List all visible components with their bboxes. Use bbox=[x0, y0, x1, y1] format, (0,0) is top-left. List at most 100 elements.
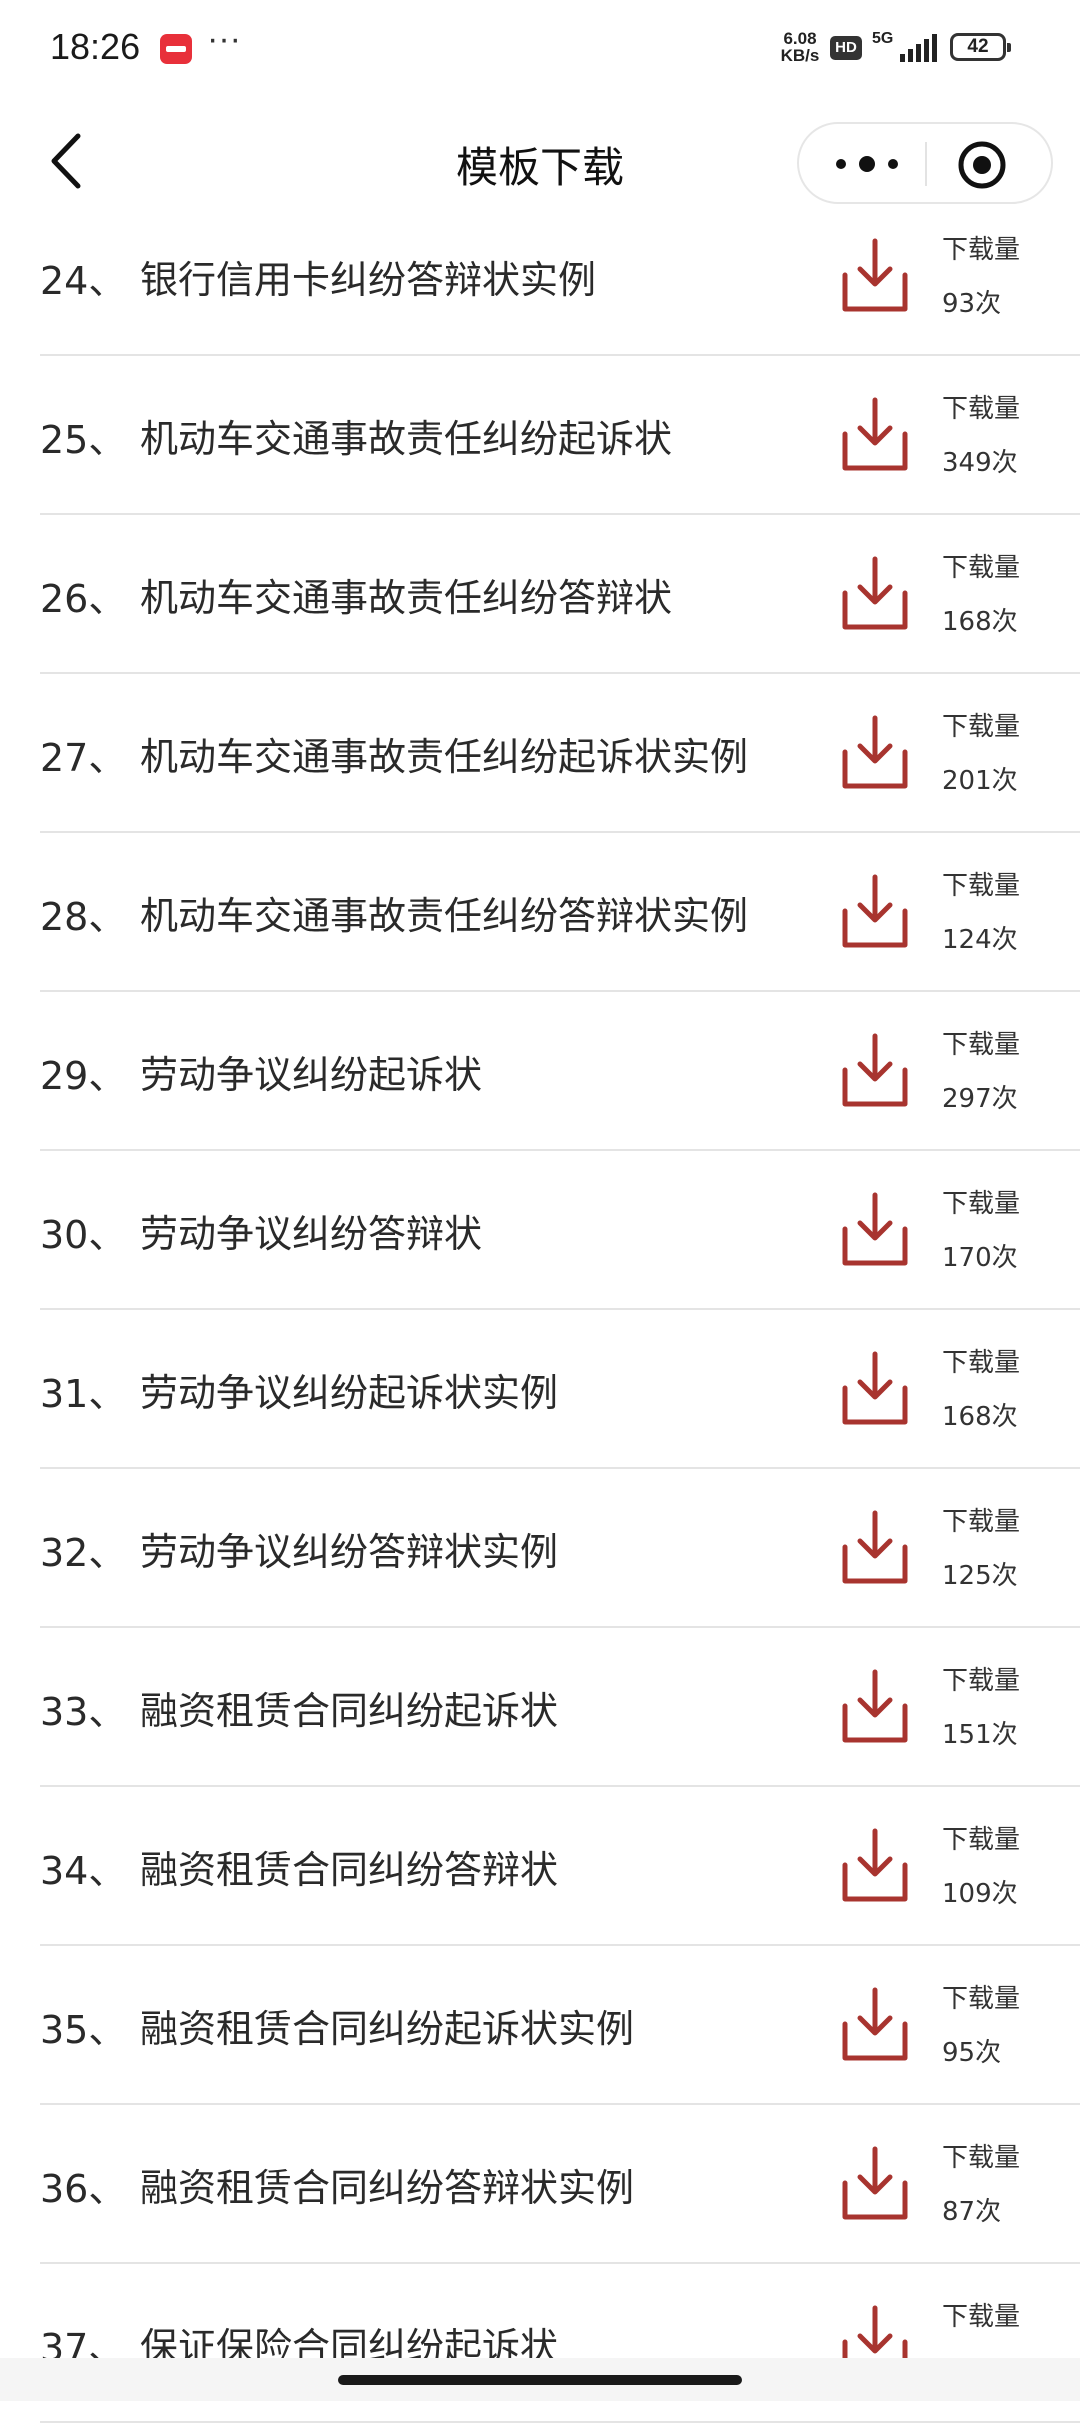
download-tray-icon[interactable] bbox=[840, 1509, 910, 1587]
page-title: 模板下载 bbox=[455, 143, 624, 192]
download-tray-icon[interactable] bbox=[840, 1191, 910, 1269]
battery-level: 42 bbox=[967, 36, 989, 57]
item-number: 33、 bbox=[40, 1690, 127, 1734]
network-speed: 6.08 KB/s bbox=[776, 30, 824, 64]
item-number: 35、 bbox=[40, 2008, 127, 2052]
network-type: 5G bbox=[872, 30, 894, 47]
item-number: 26、 bbox=[40, 577, 127, 621]
chevron-left-icon[interactable] bbox=[40, 126, 100, 196]
item-title[interactable]: 机动车交通事故责任纠纷答辩状 bbox=[140, 567, 672, 622]
item-number: 29、 bbox=[40, 1054, 127, 1098]
download-count-label: 下载量 bbox=[942, 394, 1021, 424]
list-item[interactable]: 33、 融资租赁合同纠纷起诉状 下载量 151次 bbox=[0, 1628, 1080, 1787]
hd-badge: HD bbox=[830, 36, 862, 60]
download-count-label: 下载量 bbox=[942, 1666, 1021, 1696]
capsule-divider bbox=[925, 142, 927, 186]
home-indicator[interactable] bbox=[338, 2375, 742, 2385]
item-number: 34、 bbox=[40, 1849, 127, 1893]
list-item[interactable]: 32、 劳动争议纠纷答辩状实例 下载量 125次 bbox=[0, 1469, 1080, 1628]
list-item[interactable]: 28、 机动车交通事故责任纠纷答辩状实例 下载量 124次 bbox=[0, 833, 1080, 992]
download-count-label: 下载量 bbox=[942, 1189, 1021, 1219]
download-count: 93次 bbox=[942, 289, 1002, 319]
template-list: 24、 银行信用卡纠纷答辩状实例 下载量 93次 25、 机动车交通事故责任纠纷起诉状 下载… bbox=[0, 197, 1080, 2423]
download-count-label: 下载量 bbox=[942, 553, 1021, 583]
download-count-label: 下载量 bbox=[942, 1507, 1021, 1537]
download-tray-icon[interactable] bbox=[840, 1032, 910, 1110]
download-tray-icon[interactable] bbox=[840, 396, 910, 474]
download-count: 124次 bbox=[942, 925, 1018, 955]
download-count-label: 下载量 bbox=[942, 1825, 1021, 1855]
item-title[interactable]: 劳动争议纠纷起诉状 bbox=[140, 1044, 482, 1099]
download-count-label: 下载量 bbox=[942, 2143, 1021, 2173]
download-tray-icon[interactable] bbox=[840, 237, 910, 315]
download-count: 87次 bbox=[942, 2197, 1002, 2227]
item-number: 32、 bbox=[40, 1531, 127, 1575]
download-count: 151次 bbox=[942, 1720, 1018, 1750]
download-count-label: 下载量 bbox=[942, 2302, 1021, 2332]
download-tray-icon[interactable] bbox=[840, 2145, 910, 2223]
item-number: 36、 bbox=[40, 2167, 127, 2211]
list-item[interactable]: 30、 劳动争议纠纷答辩状 下载量 170次 bbox=[0, 1151, 1080, 1310]
item-title[interactable]: 融资租赁合同纠纷答辩状实例 bbox=[140, 2157, 634, 2212]
nav-bar: 模板下载 bbox=[0, 96, 1080, 226]
download-count-label: 下载量 bbox=[942, 1030, 1021, 1060]
download-count: 168次 bbox=[942, 1402, 1018, 1432]
network-speed-unit: KB/s bbox=[780, 46, 820, 65]
list-item[interactable]: 27、 机动车交通事故责任纠纷起诉状实例 下载量 201次 bbox=[0, 674, 1080, 833]
target-circle-icon[interactable] bbox=[955, 138, 1009, 192]
download-count-label: 下载量 bbox=[942, 1984, 1021, 2014]
download-count: 349次 bbox=[942, 448, 1018, 478]
list-item[interactable]: 25、 机动车交通事故责任纠纷起诉状 下载量 349次 bbox=[0, 356, 1080, 515]
list-item[interactable]: 35、 融资租赁合同纠纷起诉状实例 下载量 95次 bbox=[0, 1946, 1080, 2105]
status-time: 18:26 bbox=[50, 26, 141, 67]
download-count: 168次 bbox=[942, 607, 1018, 637]
status-more-indicator: ··· bbox=[207, 20, 241, 58]
battery-icon: 42 bbox=[950, 33, 1011, 61]
download-count: 109次 bbox=[942, 1879, 1018, 1909]
list-item[interactable]: 36、 融资租赁合同纠纷答辩状实例 下载量 87次 bbox=[0, 2105, 1080, 2264]
list-item[interactable]: 34、 融资租赁合同纠纷答辩状 下载量 109次 bbox=[0, 1787, 1080, 1946]
item-title[interactable]: 机动车交通事故责任纠纷起诉状 bbox=[140, 408, 672, 463]
download-tray-icon[interactable] bbox=[840, 1350, 910, 1428]
download-count-label: 下载量 bbox=[942, 235, 1021, 265]
signal-strength-icon bbox=[900, 34, 937, 62]
item-title[interactable]: 机动车交通事故责任纠纷起诉状实例 bbox=[140, 726, 748, 781]
list-item[interactable]: 31、 劳动争议纠纷起诉状实例 下载量 168次 bbox=[0, 1310, 1080, 1469]
download-count-label: 下载量 bbox=[942, 871, 1021, 901]
item-number: 31、 bbox=[40, 1372, 127, 1416]
item-title[interactable]: 劳动争议纠纷起诉状实例 bbox=[140, 1362, 558, 1417]
download-count: 125次 bbox=[942, 1561, 1018, 1591]
item-title[interactable]: 融资租赁合同纠纷起诉状 bbox=[140, 1680, 558, 1735]
item-number: 24、 bbox=[40, 259, 127, 303]
list-item[interactable]: 26、 机动车交通事故责任纠纷答辩状 下载量 168次 bbox=[0, 515, 1080, 674]
download-tray-icon[interactable] bbox=[840, 1986, 910, 2064]
download-tray-icon[interactable] bbox=[840, 555, 910, 633]
network-speed-value: 6.08 bbox=[783, 29, 817, 48]
notification-app-icon bbox=[160, 34, 192, 64]
item-title[interactable]: 劳动争议纠纷答辩状实例 bbox=[140, 1521, 558, 1576]
download-tray-icon[interactable] bbox=[840, 714, 910, 792]
download-count: 170次 bbox=[942, 1243, 1018, 1273]
download-tray-icon[interactable] bbox=[840, 873, 910, 951]
item-title[interactable]: 银行信用卡纠纷答辩状实例 bbox=[140, 249, 596, 304]
item-title[interactable]: 劳动争议纠纷答辩状 bbox=[140, 1203, 482, 1258]
item-number: 25、 bbox=[40, 418, 127, 462]
download-tray-icon[interactable] bbox=[840, 1827, 910, 1905]
download-count: 95次 bbox=[942, 2038, 1002, 2068]
download-count: 201次 bbox=[942, 766, 1018, 796]
more-dots-icon[interactable] bbox=[827, 146, 907, 182]
download-count-label: 下载量 bbox=[942, 712, 1021, 742]
list-item[interactable]: 29、 劳动争议纠纷起诉状 下载量 297次 bbox=[0, 992, 1080, 1151]
item-title[interactable]: 机动车交通事故责任纠纷答辩状实例 bbox=[140, 885, 748, 940]
mini-program-capsule bbox=[797, 122, 1053, 204]
download-tray-icon[interactable] bbox=[840, 1668, 910, 1746]
item-number: 30、 bbox=[40, 1213, 127, 1257]
item-number: 27、 bbox=[40, 736, 127, 780]
item-title[interactable]: 融资租赁合同纠纷起诉状实例 bbox=[140, 1998, 634, 2053]
item-number: 28、 bbox=[40, 895, 127, 939]
system-navigation-bar bbox=[0, 2358, 1080, 2401]
item-title[interactable]: 融资租赁合同纠纷答辩状 bbox=[140, 1839, 558, 1894]
status-bar: 18:26 ··· 6.08 KB/s HD 5G 42 bbox=[0, 0, 1080, 96]
download-count: 297次 bbox=[942, 1084, 1018, 1114]
download-count-label: 下载量 bbox=[942, 1348, 1021, 1378]
